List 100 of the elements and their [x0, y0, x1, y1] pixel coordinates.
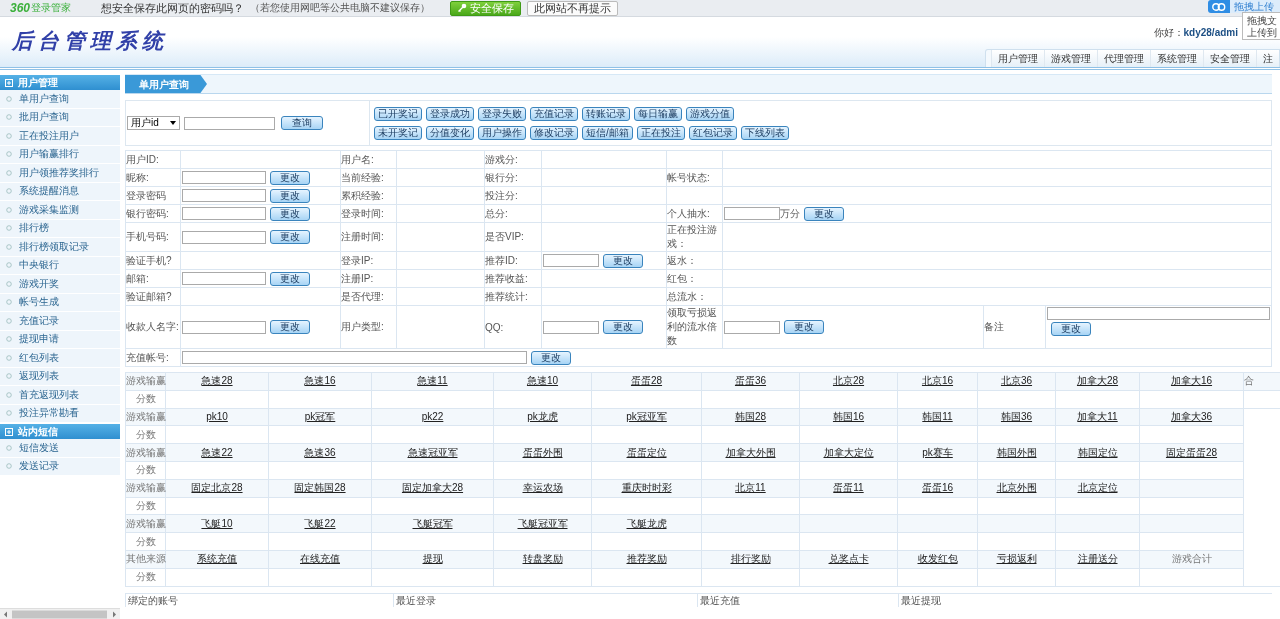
input-field[interactable]	[182, 207, 266, 220]
input-field[interactable]	[182, 351, 527, 364]
record-button[interactable]: 下线列表	[740, 125, 789, 140]
search-type-select[interactable]: 用户id	[127, 116, 180, 130]
save-prompt: 想安全保存此网页的密码吗？	[101, 0, 245, 16]
input-field[interactable]	[724, 320, 780, 334]
game-link[interactable]: pk10	[206, 411, 228, 423]
input-field[interactable]	[182, 320, 266, 334]
record-button[interactable]: 已开奖记	[374, 106, 422, 121]
sidebar-item[interactable]: 用户领推荐奖排行	[0, 164, 120, 183]
bullet-icon	[6, 114, 12, 121]
field-label: 推荐收益:	[485, 270, 542, 288]
sidebar-item[interactable]: 排行榜领取记录	[0, 238, 120, 257]
sidebar-item[interactable]: 红包列表	[0, 349, 120, 368]
game-link[interactable]: 蛋蛋11	[833, 482, 864, 494]
game-link[interactable]: 飞艇22	[304, 517, 336, 529]
bullet-icon	[6, 206, 12, 213]
record-button[interactable]: 登录成功	[426, 106, 474, 121]
input-field[interactable]	[182, 230, 266, 244]
game-link[interactable]: 提现	[422, 553, 443, 565]
field-label: 登录时间:	[341, 205, 397, 223]
game-link[interactable]: 急速22	[201, 446, 233, 458]
input-field[interactable]	[543, 320, 599, 334]
nav-tab[interactable]: 用户管理	[991, 50, 1044, 67]
change-button[interactable]: 更改	[270, 230, 310, 244]
game-link[interactable]: 急速16	[304, 375, 336, 387]
nav-tab[interactable]: 安全管理	[1203, 50, 1256, 67]
bullet-icon	[6, 151, 12, 158]
sidebar-item[interactable]: 正在投注用户	[0, 127, 120, 146]
field-label: 验证邮箱?	[126, 288, 181, 306]
change-button[interactable]: 更改	[270, 320, 310, 334]
nav-tab[interactable]: 注	[1256, 50, 1279, 67]
change-button[interactable]: 更改	[603, 320, 643, 334]
sidebar-item[interactable]: 单用户查询	[0, 90, 120, 109]
change-button[interactable]: 更改	[804, 206, 844, 221]
record-button[interactable]: 用户操作	[478, 125, 526, 140]
game-link[interactable]: 飞艇10	[201, 517, 233, 529]
bullet-icon	[6, 410, 12, 417]
change-button[interactable]: 更改	[270, 271, 310, 286]
change-button[interactable]: 更改	[270, 188, 310, 203]
section-label: 最近登录	[393, 593, 697, 607]
key-icon	[457, 3, 468, 13]
change-button[interactable]: 更改	[1051, 322, 1091, 336]
bullet-icon	[6, 317, 12, 324]
record-button[interactable]: 转账记录	[582, 106, 630, 121]
search-field[interactable]	[184, 116, 275, 130]
record-button[interactable]: 红包记录	[688, 125, 737, 140]
change-button[interactable]: 更改	[603, 253, 643, 268]
record-button[interactable]: 登录失败	[478, 106, 526, 121]
field-label: 用户名:	[341, 151, 397, 169]
sidebar-item[interactable]: 首充返现列表	[0, 386, 120, 405]
field-label: 正在投注游戏：	[667, 223, 723, 252]
change-button[interactable]: 更改	[270, 170, 310, 185]
input-field[interactable]	[543, 254, 599, 267]
nav-tab[interactable]: 游戏管理	[1044, 50, 1097, 67]
horizontal-scrollbar[interactable]	[0, 608, 120, 619]
input-field[interactable]	[724, 207, 780, 220]
input-field[interactable]	[182, 189, 266, 202]
upload-tooltip: 拖拽文 上传到	[1242, 12, 1280, 40]
nav-tab[interactable]: 代理管理	[1097, 50, 1150, 67]
game-link[interactable]: 蛋蛋28	[630, 375, 663, 387]
record-button[interactable]: 充值记录	[530, 106, 578, 121]
game-link[interactable]: pk龙虎	[527, 411, 558, 422]
sidebar-item[interactable]: 短信发送	[0, 439, 120, 458]
record-button[interactable]: 短信/邮箱	[582, 125, 633, 140]
game-link[interactable]: pk22	[421, 411, 444, 423]
field-label: 累积经验:	[341, 187, 397, 205]
input-field[interactable]	[182, 272, 266, 285]
field-label: 验证手机?	[126, 252, 181, 270]
record-button[interactable]: 游戏分值	[686, 106, 734, 121]
record-button[interactable]: 未开奖记	[374, 125, 422, 140]
change-button[interactable]: 更改	[784, 320, 824, 334]
game-link[interactable]: pk冠军	[304, 411, 336, 422]
game-link[interactable]: 急速36	[304, 446, 336, 458]
game-link[interactable]: 急速28	[201, 375, 233, 387]
row-label: 分数	[125, 568, 166, 587]
table-cell	[667, 187, 723, 205]
record-button[interactable]: 分值变化	[426, 125, 474, 140]
change-button[interactable]: 更改	[531, 350, 571, 365]
field-label: 是否VIP:	[485, 223, 542, 252]
sidebar-item[interactable]: 游戏开奖	[0, 275, 120, 294]
record-button[interactable]: 正在投注	[636, 125, 685, 140]
game-link[interactable]: 北京11	[735, 482, 766, 494]
search-button[interactable]: 查询	[281, 116, 323, 130]
record-button[interactable]: 每日输赢	[634, 106, 682, 121]
bullet-icon	[6, 354, 12, 361]
nav-tab[interactable]: 系统管理	[1150, 50, 1203, 67]
sidebar-item[interactable]: 游戏采集监测	[0, 201, 120, 220]
change-button[interactable]: 更改	[270, 206, 310, 221]
input-field[interactable]	[182, 171, 266, 184]
dismiss-button[interactable]: 此网站不再提示	[527, 0, 619, 16]
field-label: 当前经验:	[341, 169, 397, 187]
game-link[interactable]: 急速11	[417, 375, 448, 387]
record-button[interactable]: 修改记录	[530, 125, 578, 140]
remark-field[interactable]	[1047, 307, 1270, 320]
bullet-icon	[6, 262, 12, 269]
field-label: 红包：	[667, 270, 723, 288]
bullet-icon	[6, 373, 12, 380]
bullet-icon	[6, 444, 12, 451]
sidebar-item[interactable]: 充值记录	[0, 312, 120, 331]
